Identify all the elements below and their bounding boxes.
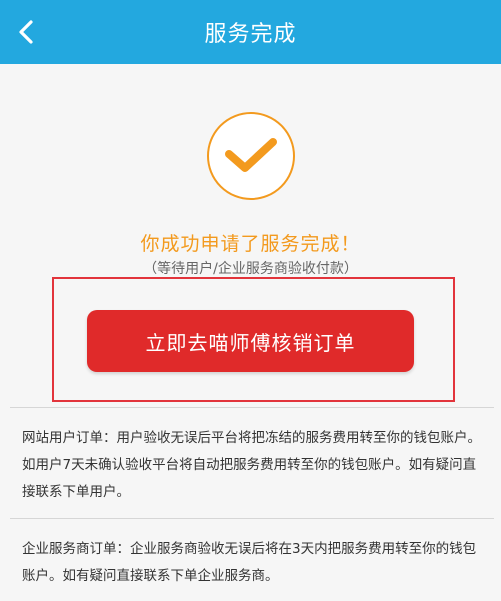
page-title: 服务完成 <box>204 22 297 47</box>
success-message: 你成功申请了服务完成！ <box>140 233 361 255</box>
status-subtitle: （等待用户/企业服务商验收付款） <box>143 261 358 277</box>
enterprise-order-note: 企业服务商订单：企业服务商验收无误后将在3天内把服务费用转至你的钱包账户。如有疑… <box>22 541 477 584</box>
top-navigation-bar: 服务完成 <box>0 0 501 64</box>
chevron-left-icon <box>19 20 33 44</box>
verify-order-button[interactable]: 立即去喵师傅核销订单 <box>87 310 414 372</box>
success-status-icon <box>207 112 295 200</box>
website-user-order-note: 网站用户订单：用户验收无误后平台将把冻结的服务费用转至你的钱包账户。如用户7天未… <box>22 430 481 500</box>
checkmark-icon <box>225 138 277 172</box>
divider <box>10 518 494 519</box>
back-button[interactable] <box>8 14 44 50</box>
divider <box>10 407 494 408</box>
